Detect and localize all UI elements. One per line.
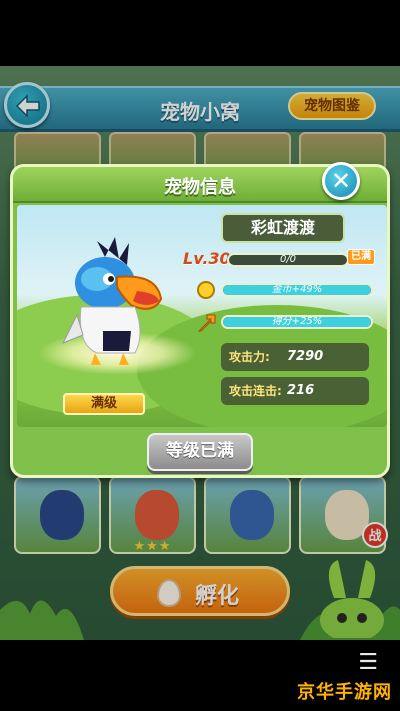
combo-label: 攻击连击: <box>229 384 282 398</box>
attack-label: 攻击力: <box>229 350 270 364</box>
close-icon: ✕ <box>330 167 352 195</box>
level-max-button[interactable]: 等级已满 <box>147 433 253 471</box>
coin-icon <box>197 281 215 299</box>
combo-value: 216 <box>287 383 315 398</box>
maxed-badge: 已满 <box>347 249 375 265</box>
menu-icon: ☰ <box>358 650 378 675</box>
level-label: Lv.30 <box>183 249 231 268</box>
score-up-icon <box>197 314 216 332</box>
score-bonus-bar: 得分+25% <box>221 315 373 329</box>
combo-stat: 攻击连击: 216 <box>221 377 369 405</box>
close-button[interactable]: ✕ <box>322 162 360 200</box>
coin-bonus-text: 金币+49% <box>271 284 323 295</box>
watermark: 京华手游网 <box>297 682 392 703</box>
xp-bar: 0/0 <box>227 253 349 267</box>
pet-scene: 满级 彩虹渡渡 Lv.30 0/0 已满 金币+49% 得分+25% 攻击力: <box>17 205 387 427</box>
attack-value: 7290 <box>287 349 324 364</box>
game-screen: 宠物小窝 宠物图鉴 ★★★ 战 孵化 宠物信息 满级 彩虹渡渡 Lv.30 0/… <box>0 66 400 640</box>
pet-name: 彩虹渡渡 <box>221 213 345 243</box>
attack-stat: 攻击力: 7290 <box>221 343 369 371</box>
max-level-tag: 满级 <box>63 393 145 415</box>
score-bonus-text: 得分+25% <box>271 316 323 327</box>
xp-text: 0/0 <box>279 254 297 265</box>
pet-bird-icon <box>61 237 163 365</box>
pet-info-dialog: 宠物信息 满级 彩虹渡渡 Lv.30 0/0 已满 金币+49% 得分+25% … <box>10 164 390 478</box>
coin-bonus-bar: 金币+49% <box>221 283 373 297</box>
